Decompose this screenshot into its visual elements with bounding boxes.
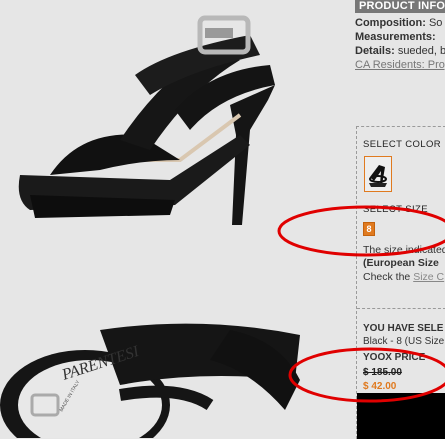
size-option-8[interactable]: 8 — [363, 222, 375, 236]
details-line: Details: sueded, b — [355, 45, 445, 57]
add-to-cart-bar[interactable] — [357, 393, 445, 439]
size-note-line-1: The size indicated — [363, 244, 445, 256]
size-chart-link[interactable]: Size C — [413, 271, 444, 283]
ca-residents-link[interactable]: CA Residents: Prop — [355, 59, 445, 71]
selection-value: Black - 8 (US Size — [363, 336, 445, 347]
section-divider — [357, 308, 445, 309]
composition-value: So — [428, 17, 443, 29]
product-image-area: PARENTESI MADE IN ITALY — [0, 0, 350, 438]
size-note-line-3: Check the Size C — [363, 271, 444, 283]
yoox-price-label: YOOX PRICE — [363, 352, 426, 363]
color-swatch-black[interactable] — [364, 156, 392, 192]
product-info-header: PRODUCT INFO — [355, 0, 445, 13]
details-label: Details: — [355, 45, 395, 57]
you-have-selected-label: YOU HAVE SELE — [363, 323, 444, 334]
select-size-label: SELECT SIZE — [363, 204, 428, 215]
measurements-label: Measurements: — [355, 31, 436, 43]
ca-residents-line: CA Residents: Prop — [355, 59, 445, 71]
select-color-label: SELECT COLOR — [363, 139, 442, 150]
composition-line: Composition: So — [355, 17, 442, 29]
shoe-side-view-image[interactable] — [10, 10, 310, 225]
purchase-options-box: SELECT COLOR SELECT SIZE 8 The size indi… — [356, 126, 445, 439]
measurements-line: Measurements: — [355, 31, 436, 43]
composition-label: Composition: — [355, 17, 426, 29]
sale-price: $ 42.00 — [363, 381, 397, 392]
original-price: $ 185.00 — [363, 367, 402, 378]
sandal-thumbnail-icon — [369, 165, 387, 187]
details-value: sueded, b — [397, 45, 445, 57]
shoe-top-view-image[interactable]: PARENTESI MADE IN ITALY — [0, 310, 310, 438]
size-check-text: Check the — [363, 271, 411, 283]
size-note-line-2: (European Size — [363, 257, 439, 269]
